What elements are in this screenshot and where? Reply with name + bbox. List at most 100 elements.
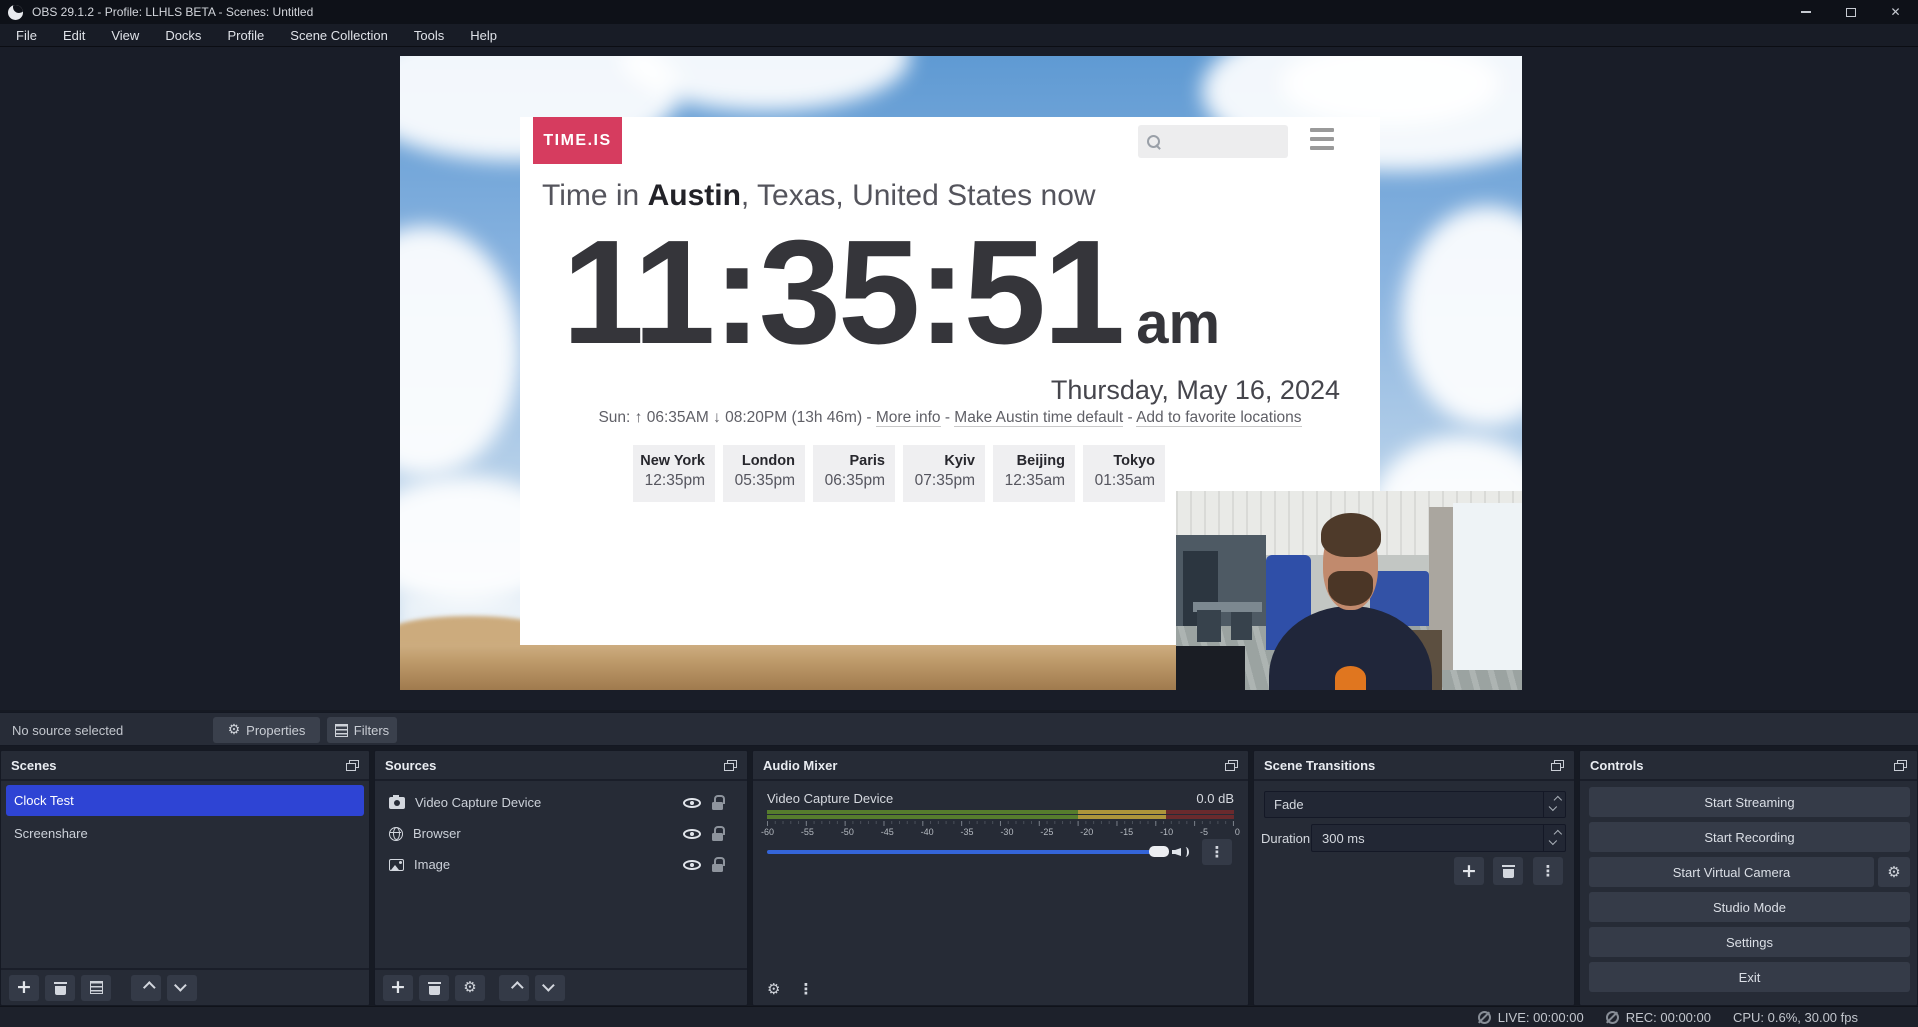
volume-slider-track[interactable] (767, 850, 1152, 854)
popout-icon (724, 760, 737, 771)
duration-label: Duration (1261, 831, 1310, 846)
transition-buttons-row: + ⋮ (1254, 857, 1574, 887)
plus-icon: + (16, 978, 32, 997)
lock-icon[interactable] (712, 826, 725, 841)
kebab-icon: ⋮ (1541, 864, 1556, 879)
visibility-eye-icon[interactable] (683, 796, 701, 810)
speaker-icon[interactable] (1172, 845, 1188, 859)
close-icon: ✕ (1890, 6, 1900, 18)
kebab-icon: ⋮ (1210, 845, 1225, 860)
chevron-down-icon (1548, 836, 1556, 844)
sources-panel: Sources Video Capture Device Browser Ima… (374, 750, 748, 1006)
minimize-button[interactable] (1783, 0, 1828, 24)
status-bar: LIVE: 00:00:00 REC: 00:00:00 CPU: 0.6%, … (0, 1006, 1918, 1027)
globe-icon (389, 827, 403, 841)
scene-item-clock-test[interactable]: Clock Test (6, 785, 364, 816)
visibility-eye-icon[interactable] (683, 858, 701, 872)
scene-transitions-panel: Scene Transitions Fade Duration 300 ms +… (1253, 750, 1575, 1006)
menu-profile[interactable]: Profile (214, 24, 277, 47)
start-virtual-camera-button[interactable]: Start Virtual Camera (1589, 857, 1874, 887)
page-title: Time in Austin, Texas, United States now (542, 179, 1362, 213)
mixer-menu-kebab-icon[interactable]: ⋮ (798, 982, 813, 997)
scenes-panel: Scenes Clock Test Screenshare + (0, 750, 370, 1006)
volume-slider-row: ⋮ (767, 839, 1234, 865)
chevron-up-icon (510, 981, 523, 994)
channel-menu-button[interactable]: ⋮ (1202, 839, 1232, 865)
scene-filters-button[interactable] (81, 975, 111, 1001)
move-scene-down-button[interactable] (167, 975, 197, 1001)
world-cities-row: New York 12:35pm London 05:35pm Paris 06… (633, 445, 1165, 502)
camera-icon (389, 797, 405, 809)
preview-area: TIME.IS Time in Austin, Texas, United St… (0, 47, 1918, 710)
virtual-camera-config-button[interactable]: ⚙ (1878, 857, 1910, 887)
remove-transition-button[interactable] (1493, 857, 1523, 885)
chevron-down-icon (542, 979, 555, 992)
menu-help[interactable]: Help (457, 24, 510, 47)
menu-docks[interactable]: Docks (152, 24, 214, 47)
duration-spin-buttons[interactable] (1543, 825, 1565, 851)
duration-spinbox[interactable]: 300 ms (1311, 824, 1566, 852)
source-status-text: No source selected (12, 713, 123, 747)
chevron-down-icon (1548, 803, 1556, 811)
lock-icon[interactable] (712, 857, 725, 872)
transition-menu-button[interactable]: ⋮ (1533, 857, 1563, 885)
stream-inactive-icon (1478, 1011, 1491, 1024)
webcam-window (1453, 503, 1522, 670)
source-item-video-capture[interactable]: Video Capture Device (375, 787, 747, 818)
minimize-icon (1801, 11, 1811, 13)
add-transition-button[interactable]: + (1454, 857, 1484, 885)
chevron-up-icon (142, 981, 155, 994)
trash-icon (1502, 864, 1515, 878)
lock-icon[interactable] (712, 795, 725, 810)
exit-button[interactable]: Exit (1589, 962, 1910, 992)
menu-tools[interactable]: Tools (401, 24, 457, 47)
add-scene-button[interactable]: + (9, 975, 39, 1001)
popout-icon (1551, 760, 1564, 771)
chevron-down-icon (174, 979, 187, 992)
advanced-audio-gear-icon[interactable]: ⚙ (767, 982, 780, 997)
settings-button[interactable]: Settings (1589, 927, 1910, 957)
remove-source-button[interactable] (419, 975, 449, 1001)
start-recording-button[interactable]: Start Recording (1589, 822, 1910, 852)
program-canvas[interactable]: TIME.IS Time in Austin, Texas, United St… (400, 56, 1522, 690)
source-item-browser[interactable]: Browser (375, 818, 747, 849)
clock-time: 11:35:51 (562, 210, 1122, 375)
source-item-image[interactable]: Image (375, 849, 747, 880)
shirt-logo (1335, 666, 1366, 690)
menu-edit[interactable]: Edit (50, 24, 98, 47)
scene-item-screenshare[interactable]: Screenshare (1, 818, 369, 848)
trash-icon (428, 981, 441, 995)
webcam-chair-arm (1176, 646, 1245, 690)
city-box: Tokyo 01:35am (1083, 445, 1165, 502)
start-streaming-button[interactable]: Start Streaming (1589, 787, 1910, 817)
chevron-up-icon (1553, 829, 1561, 837)
maximize-button[interactable] (1828, 0, 1873, 24)
volume-slider-handle[interactable] (1149, 846, 1169, 857)
menu-file[interactable]: File (3, 24, 50, 47)
trash-icon (54, 981, 67, 995)
remove-scene-button[interactable] (45, 975, 75, 1001)
select-spin-buttons[interactable] (1543, 792, 1565, 817)
scenes-header: Scenes (1, 751, 369, 781)
controls-header: Controls (1580, 751, 1917, 781)
transition-select[interactable]: Fade (1264, 791, 1566, 818)
studio-mode-button[interactable]: Studio Mode (1589, 892, 1910, 922)
properties-button[interactable]: ⚙ Properties (213, 717, 320, 743)
filters-icon (90, 981, 103, 994)
visibility-eye-icon[interactable] (683, 827, 701, 841)
image-icon (389, 859, 404, 871)
hamburger-menu-icon (1310, 128, 1334, 150)
menu-bar: File Edit View Docks Profile Scene Colle… (0, 24, 1918, 47)
move-scene-up-button[interactable] (131, 975, 161, 1001)
city-box: London 05:35pm (723, 445, 805, 502)
source-properties-button[interactable]: ⚙ (455, 975, 485, 1001)
add-source-button[interactable]: + (383, 975, 413, 1001)
move-source-up-button[interactable] (499, 975, 529, 1001)
cloud (400, 226, 520, 476)
menu-scene-collection[interactable]: Scene Collection (277, 24, 401, 47)
close-button[interactable]: ✕ (1873, 0, 1918, 24)
chevron-up-icon (1553, 796, 1561, 804)
move-source-down-button[interactable] (535, 975, 565, 1001)
filters-button[interactable]: Filters (327, 717, 397, 743)
menu-view[interactable]: View (98, 24, 152, 47)
